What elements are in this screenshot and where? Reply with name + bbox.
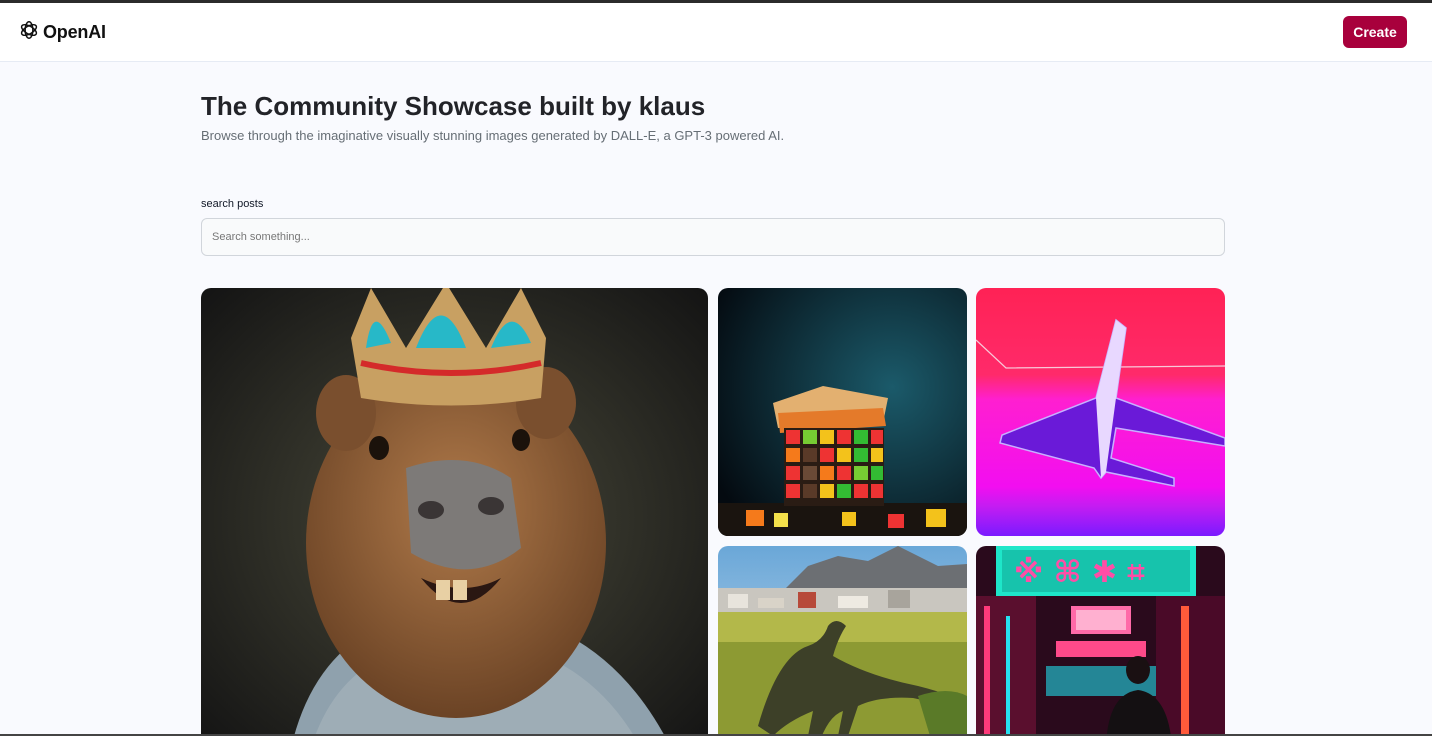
svg-text:※ ⌘ ✱ ⌗: ※ ⌘ ✱ ⌗ bbox=[1014, 555, 1144, 590]
page-title: The Community Showcase built by klaus bbox=[201, 91, 706, 121]
synthwave-jet-image[interactable] bbox=[976, 288, 1225, 536]
page-subtitle: Browse through the imaginative visually … bbox=[201, 128, 785, 143]
create-button[interactable]: Create bbox=[1343, 16, 1407, 48]
search-label: search posts bbox=[201, 198, 264, 210]
capybara-king-image[interactable] bbox=[201, 288, 708, 736]
logo-text: OpenAI bbox=[43, 21, 106, 42]
openai-logo-icon bbox=[18, 19, 40, 46]
search-input[interactable] bbox=[201, 218, 1225, 256]
logo[interactable]: OpenAI bbox=[18, 20, 106, 44]
neon-street-image[interactable]: ※ ⌘ ✱ ⌗ bbox=[976, 546, 1225, 736]
navbar: OpenAI Create bbox=[0, 3, 1432, 62]
dinosaur-city-image[interactable] bbox=[718, 546, 967, 736]
rubiks-sandwich-image[interactable] bbox=[718, 288, 967, 536]
